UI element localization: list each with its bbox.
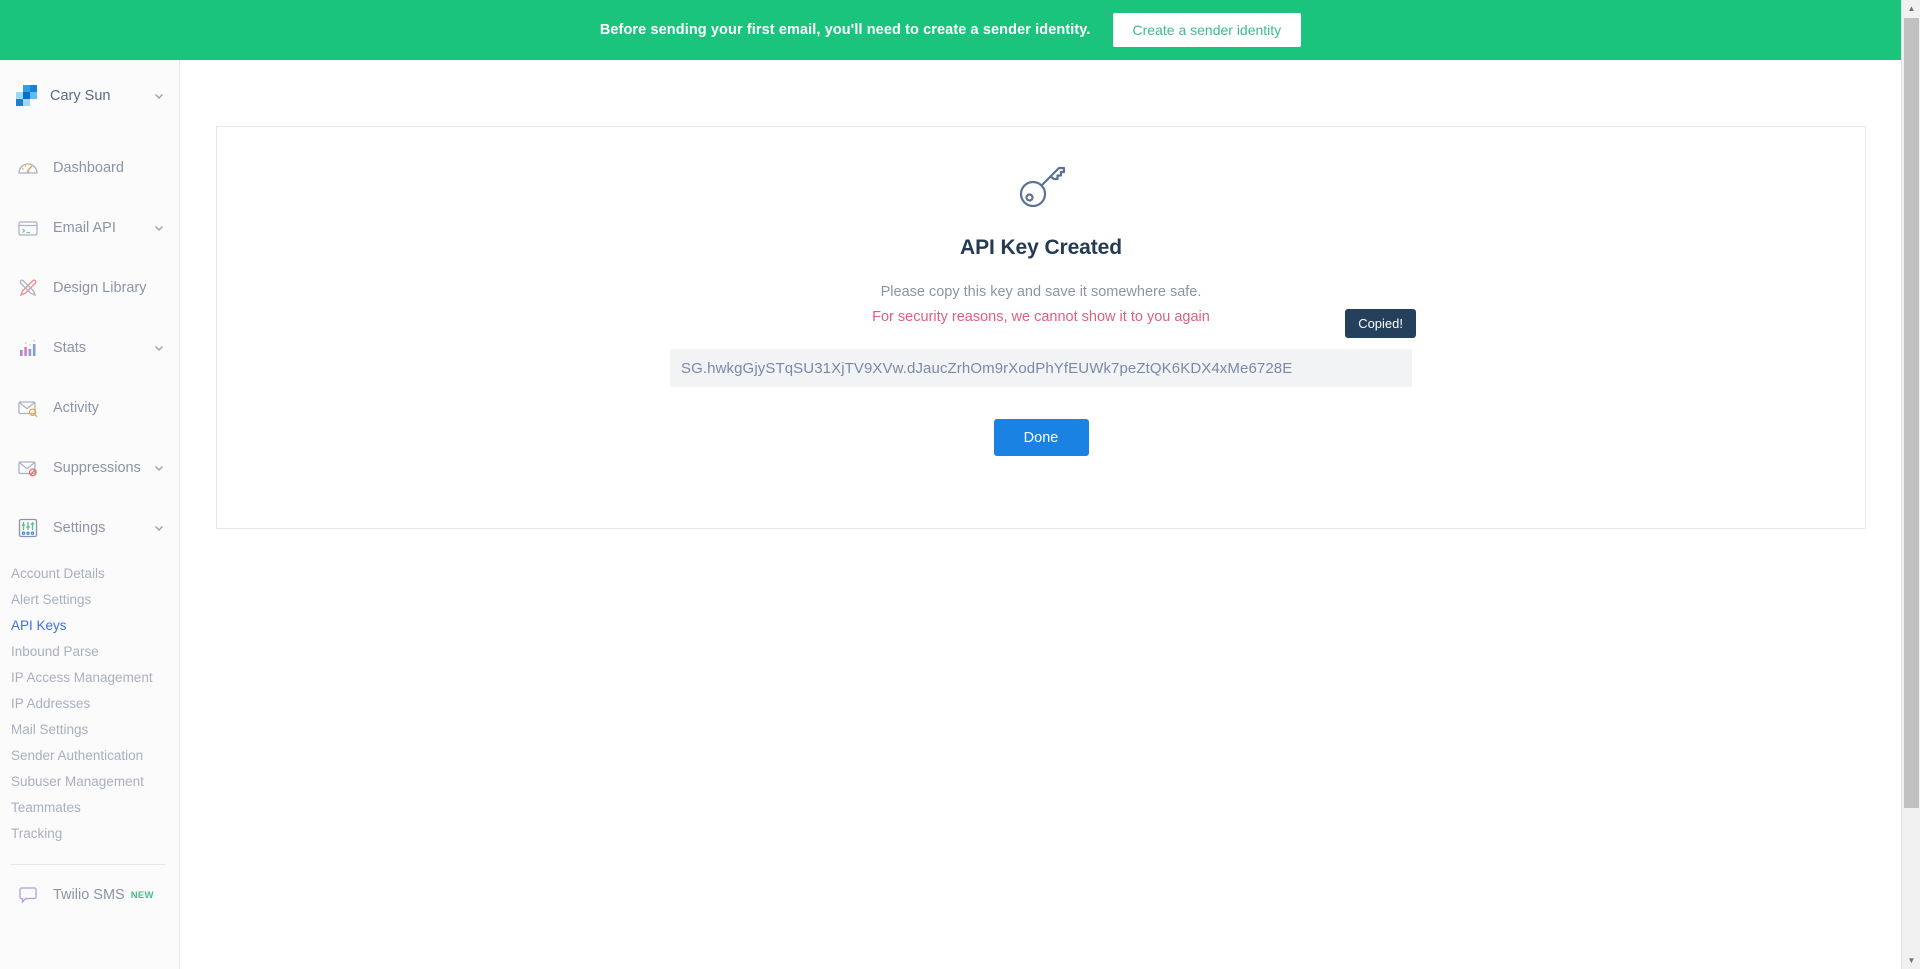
sidebar-item-stats[interactable]: Stats [0, 318, 179, 378]
chevron-down-icon[interactable] [153, 90, 165, 102]
page-scrollbar[interactable]: ▲ ▼ [1901, 0, 1920, 969]
sidebar-item-label: Stats [53, 340, 87, 356]
chat-bubble-icon [16, 883, 40, 907]
sidebar-item-twilio-sms[interactable]: Twilio SMS NEW [0, 865, 179, 907]
sidebar-item-settings[interactable]: Settings [0, 498, 179, 558]
sidebar-item-label: Email API [53, 220, 116, 236]
bar-chart-icon [16, 336, 40, 360]
key-icon [1009, 154, 1073, 218]
sidebar-item-label: Settings [53, 520, 106, 536]
chevron-down-icon[interactable] [153, 342, 165, 354]
subnav-item-alert-settings[interactable]: Alert Settings [0, 586, 179, 612]
sidebar: Cary Sun Dashboard Email API Design Libr… [0, 60, 180, 969]
sender-identity-banner: Before sending your first email, you'll … [0, 0, 1901, 60]
envelope-blocked-icon [16, 456, 40, 480]
subnav-item-subuser-management[interactable]: Subuser Management [0, 768, 179, 794]
account-name: Cary Sun [50, 88, 111, 104]
scroll-up-arrow[interactable]: ▲ [1902, 0, 1920, 17]
account-logo-icon [16, 85, 38, 107]
subnav-item-tracking[interactable]: Tracking [0, 820, 179, 846]
subnav-item-ip-addresses[interactable]: IP Addresses [0, 690, 179, 716]
chevron-down-icon[interactable] [153, 462, 165, 474]
subnav-item-teammates[interactable]: Teammates [0, 794, 179, 820]
scroll-down-arrow[interactable]: ▼ [1902, 952, 1920, 969]
api-key-created-card: API Key Created Please copy this key and… [216, 126, 1866, 529]
sidebar-nav: Dashboard Email API Design Library Stats… [0, 132, 179, 907]
sidebar-item-suppressions[interactable]: Suppressions [0, 438, 179, 498]
app-window: Before sending your first email, you'll … [0, 0, 1920, 969]
chevron-down-icon[interactable] [153, 222, 165, 234]
sidebar-item-label: Suppressions [53, 460, 141, 476]
sidebar-item-activity[interactable]: Activity [0, 378, 179, 438]
envelope-search-icon [16, 396, 40, 420]
chevron-down-icon[interactable] [153, 522, 165, 534]
twilio-label: Twilio SMS [53, 887, 125, 903]
sidebar-item-dashboard[interactable]: Dashboard [0, 138, 179, 198]
create-sender-identity-button[interactable]: Create a sender identity [1112, 13, 1302, 47]
sidebar-item-email-api[interactable]: Email API [0, 198, 179, 258]
api-key-row: Copied! [670, 309, 1416, 387]
security-warning: For security reasons, we cannot show it … [872, 309, 1210, 325]
api-key-field[interactable] [670, 349, 1412, 387]
subnav-item-sender-authentication[interactable]: Sender Authentication [0, 742, 179, 768]
subnav-item-account-details[interactable]: Account Details [0, 560, 179, 586]
subnav-item-mail-settings[interactable]: Mail Settings [0, 716, 179, 742]
account-switcher[interactable]: Cary Sun [0, 60, 179, 132]
terminal-window-icon [16, 216, 40, 240]
sidebar-item-label: Dashboard [53, 160, 124, 176]
subnav-item-api-keys[interactable]: API Keys [0, 612, 179, 638]
speedometer-icon [16, 156, 40, 180]
sliders-icon [16, 516, 40, 540]
subnav-item-inbound-parse[interactable]: Inbound Parse [0, 638, 179, 664]
subnav-item-ip-access-management[interactable]: IP Access Management [0, 664, 179, 690]
copied-tooltip: Copied! [1345, 309, 1416, 338]
done-button[interactable]: Done [993, 419, 1089, 456]
sidebar-item-label: Design Library [53, 280, 147, 296]
pencil-ruler-icon [16, 276, 40, 300]
main-content: API Key Created Please copy this key and… [180, 60, 1901, 969]
scrollbar-thumb[interactable] [1904, 18, 1919, 808]
new-badge: NEW [130, 889, 154, 901]
sidebar-item-design-library[interactable]: Design Library [0, 258, 179, 318]
banner-message: Before sending your first email, you'll … [599, 22, 1091, 38]
card-title: API Key Created [960, 236, 1122, 259]
sidebar-item-label: Activity [53, 400, 99, 416]
card-subtitle: Please copy this key and save it somewhe… [880, 284, 1202, 300]
settings-submenu: Account Details Alert Settings API Keys … [0, 558, 179, 846]
